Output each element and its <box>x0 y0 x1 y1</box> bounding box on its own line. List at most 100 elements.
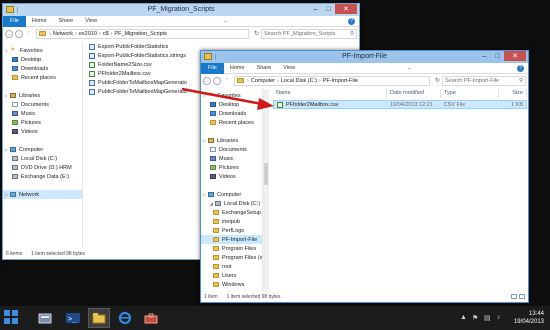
help-icon[interactable]: ? <box>516 64 524 72</box>
column-size[interactable]: Size <box>499 89 527 98</box>
nav-item[interactable]: Videos <box>201 172 262 181</box>
nav-item[interactable]: Downloads <box>201 109 262 118</box>
search-input[interactable]: Search PF-Import-File ⚲ <box>442 75 526 86</box>
network-status-icon[interactable]: ▤ <box>484 314 491 322</box>
breadcrumb-item[interactable]: PF_Migration_Scripts <box>114 31 167 37</box>
nav-item[interactable]: DVD Drive (D:) HRM <box>3 163 82 172</box>
back-button[interactable]: ← <box>203 76 211 85</box>
up-button[interactable]: ↑ <box>223 77 231 85</box>
nav-item[interactable]: inetpub <box>201 217 262 226</box>
nav-item[interactable]: Music <box>3 109 82 118</box>
forward-button[interactable]: → <box>213 76 221 85</box>
refresh-icon[interactable]: ↻ <box>433 77 442 84</box>
search-input[interactable]: Search PF_Migration_Scripts ⚲ <box>261 28 357 39</box>
list-item[interactable]: PublicFolderToMailboxMapGenerator <box>87 78 187 87</box>
list-item[interactable]: PublicFolderToMailboxMapGenerator.stri..… <box>87 87 187 96</box>
minimize-button[interactable]: – <box>309 4 322 14</box>
nav-item[interactable]: Documents <box>201 145 262 154</box>
tray-chevron-icon[interactable]: ▲ <box>460 314 467 321</box>
nav-item[interactable]: ▷ Libraries <box>201 136 262 145</box>
nav-item[interactable]: Videos <box>3 127 82 136</box>
list-item[interactable]: Export-PublicFolderStatistics.strings <box>87 51 187 60</box>
details-view-icon[interactable] <box>511 294 517 299</box>
column-type[interactable]: Type <box>441 89 499 98</box>
tab-home[interactable]: Home <box>26 16 53 27</box>
list-item[interactable]: FolderName2Size.csv <box>87 60 187 69</box>
nav-item[interactable]: Users <box>201 271 262 280</box>
column-name[interactable]: Name <box>273 89 387 98</box>
minimize-button[interactable]: – <box>478 51 491 61</box>
nav-item[interactable]: Desktop <box>3 55 82 64</box>
nav-item[interactable]: Music <box>201 154 262 163</box>
nav-item[interactable]: Pictures <box>3 118 82 127</box>
breadcrumb-item[interactable]: Local Disk (C:) <box>281 78 317 84</box>
nav-item[interactable]: Downloads <box>3 64 82 73</box>
nav-item[interactable]: ▷ ★ Favorites <box>3 46 82 55</box>
powershell-icon[interactable]: >_ <box>62 308 84 328</box>
file-list[interactable]: Export-PublicFolderStatistics Export-Publ… <box>87 42 187 248</box>
start-button[interactable] <box>4 310 19 325</box>
nav-item[interactable]: ▷ Libraries <box>3 91 82 100</box>
column-date-modified[interactable]: Date modified <box>387 89 441 98</box>
nav-item[interactable]: Pictures <box>201 163 262 172</box>
flag-icon[interactable]: ⚑ <box>472 314 478 322</box>
table-row[interactable]: PFfolder2Mailbox.csv 19/04/2013 12:21 CS… <box>273 100 527 109</box>
close-button[interactable]: ✕ <box>335 4 357 14</box>
breadcrumb-item[interactable]: PF-Import-File <box>323 78 358 84</box>
tab-view[interactable]: View <box>277 63 301 74</box>
nav-item[interactable]: Windows <box>201 280 262 289</box>
nav-item[interactable]: Desktop <box>201 100 262 109</box>
title-bar[interactable]: PF_Migration_Scripts – □ ✕ <box>3 4 359 16</box>
internet-explorer-icon[interactable] <box>114 308 136 328</box>
nav-item[interactable]: root <box>201 262 262 271</box>
nav-item[interactable]: PF-Import-File <box>201 235 262 244</box>
breadcrumb-item[interactable]: ex2010 <box>79 31 97 37</box>
nav-item[interactable]: Recent places <box>3 73 82 82</box>
server-manager-icon[interactable] <box>34 308 56 328</box>
breadcrumb-item[interactable]: Computer <box>251 78 275 84</box>
maximize-button[interactable]: □ <box>322 4 335 14</box>
navigation-scrollbar[interactable] <box>263 89 269 291</box>
nav-item[interactable]: ▷ ★ Favorites <box>201 91 262 100</box>
nav-item[interactable]: PerfLogs <box>201 226 262 235</box>
tab-view[interactable]: View <box>79 16 103 27</box>
nav-item[interactable]: Recent places <box>201 118 262 127</box>
address-bar[interactable]: › Network › ex2010 › c$ › PF_Migration_Scri… <box>36 28 249 39</box>
explorer-window-import-file[interactable]: PF-Import-File – □ ✕ File Home Share Vie… <box>200 50 529 303</box>
forward-button[interactable]: → <box>15 29 23 38</box>
address-bar[interactable]: › Computer › Local Disk (C:) › PF-Import-F… <box>234 75 430 86</box>
navigation-pane[interactable]: ▷ ★ Favorites Desktop Downloads Recent places… <box>3 42 83 248</box>
nav-item[interactable]: ExchangeSetup <box>201 208 262 217</box>
title-bar[interactable]: PF-Import-File – □ ✕ <box>201 51 528 63</box>
help-icon[interactable]: ? <box>347 17 355 25</box>
tab-share[interactable]: Share <box>251 63 278 74</box>
list-item[interactable]: Export-PublicFolderStatistics <box>87 42 187 51</box>
file-explorer-icon[interactable] <box>88 308 110 328</box>
clock[interactable]: 13:44 19/04/2013 <box>514 310 544 326</box>
refresh-icon[interactable]: ↻ <box>252 30 261 37</box>
nav-item[interactable]: Local Disk (C:) <box>3 154 82 163</box>
large-icons-view-icon[interactable] <box>519 294 525 299</box>
tab-file[interactable]: File <box>3 15 26 27</box>
nav-item[interactable]: ▷ Computer <box>201 190 262 199</box>
volume-icon[interactable]: ♪ <box>497 314 501 321</box>
close-button[interactable]: ✕ <box>504 51 526 61</box>
nav-item[interactable]: ▷ Network <box>3 190 82 199</box>
nav-item[interactable]: Program Files <box>201 244 262 253</box>
tab-share[interactable]: Share <box>53 16 80 27</box>
tab-file[interactable]: File <box>201 62 224 74</box>
back-button[interactable]: ← <box>5 29 13 38</box>
expand-ribbon-icon[interactable]: ⌄ <box>407 65 411 71</box>
up-button[interactable]: ↑ <box>25 30 33 38</box>
navigation-pane[interactable]: ▷ ★ Favorites Desktop Downloads Recent places… <box>201 89 263 291</box>
nav-item[interactable]: ▷ Computer <box>3 145 82 154</box>
tab-home[interactable]: Home <box>224 63 251 74</box>
breadcrumb-item[interactable]: c$ <box>103 31 109 37</box>
expand-ribbon-icon[interactable]: ⌄ <box>223 18 227 24</box>
breadcrumb-item[interactable]: Network <box>53 31 73 37</box>
list-item[interactable]: PFfolder2Mailbox.csv <box>87 69 187 78</box>
nav-item[interactable]: Documents <box>3 100 82 109</box>
nav-item[interactable]: ◢ Local Disk (C:) <box>201 199 262 208</box>
toolbox-icon[interactable] <box>140 308 162 328</box>
maximize-button[interactable]: □ <box>491 51 504 61</box>
